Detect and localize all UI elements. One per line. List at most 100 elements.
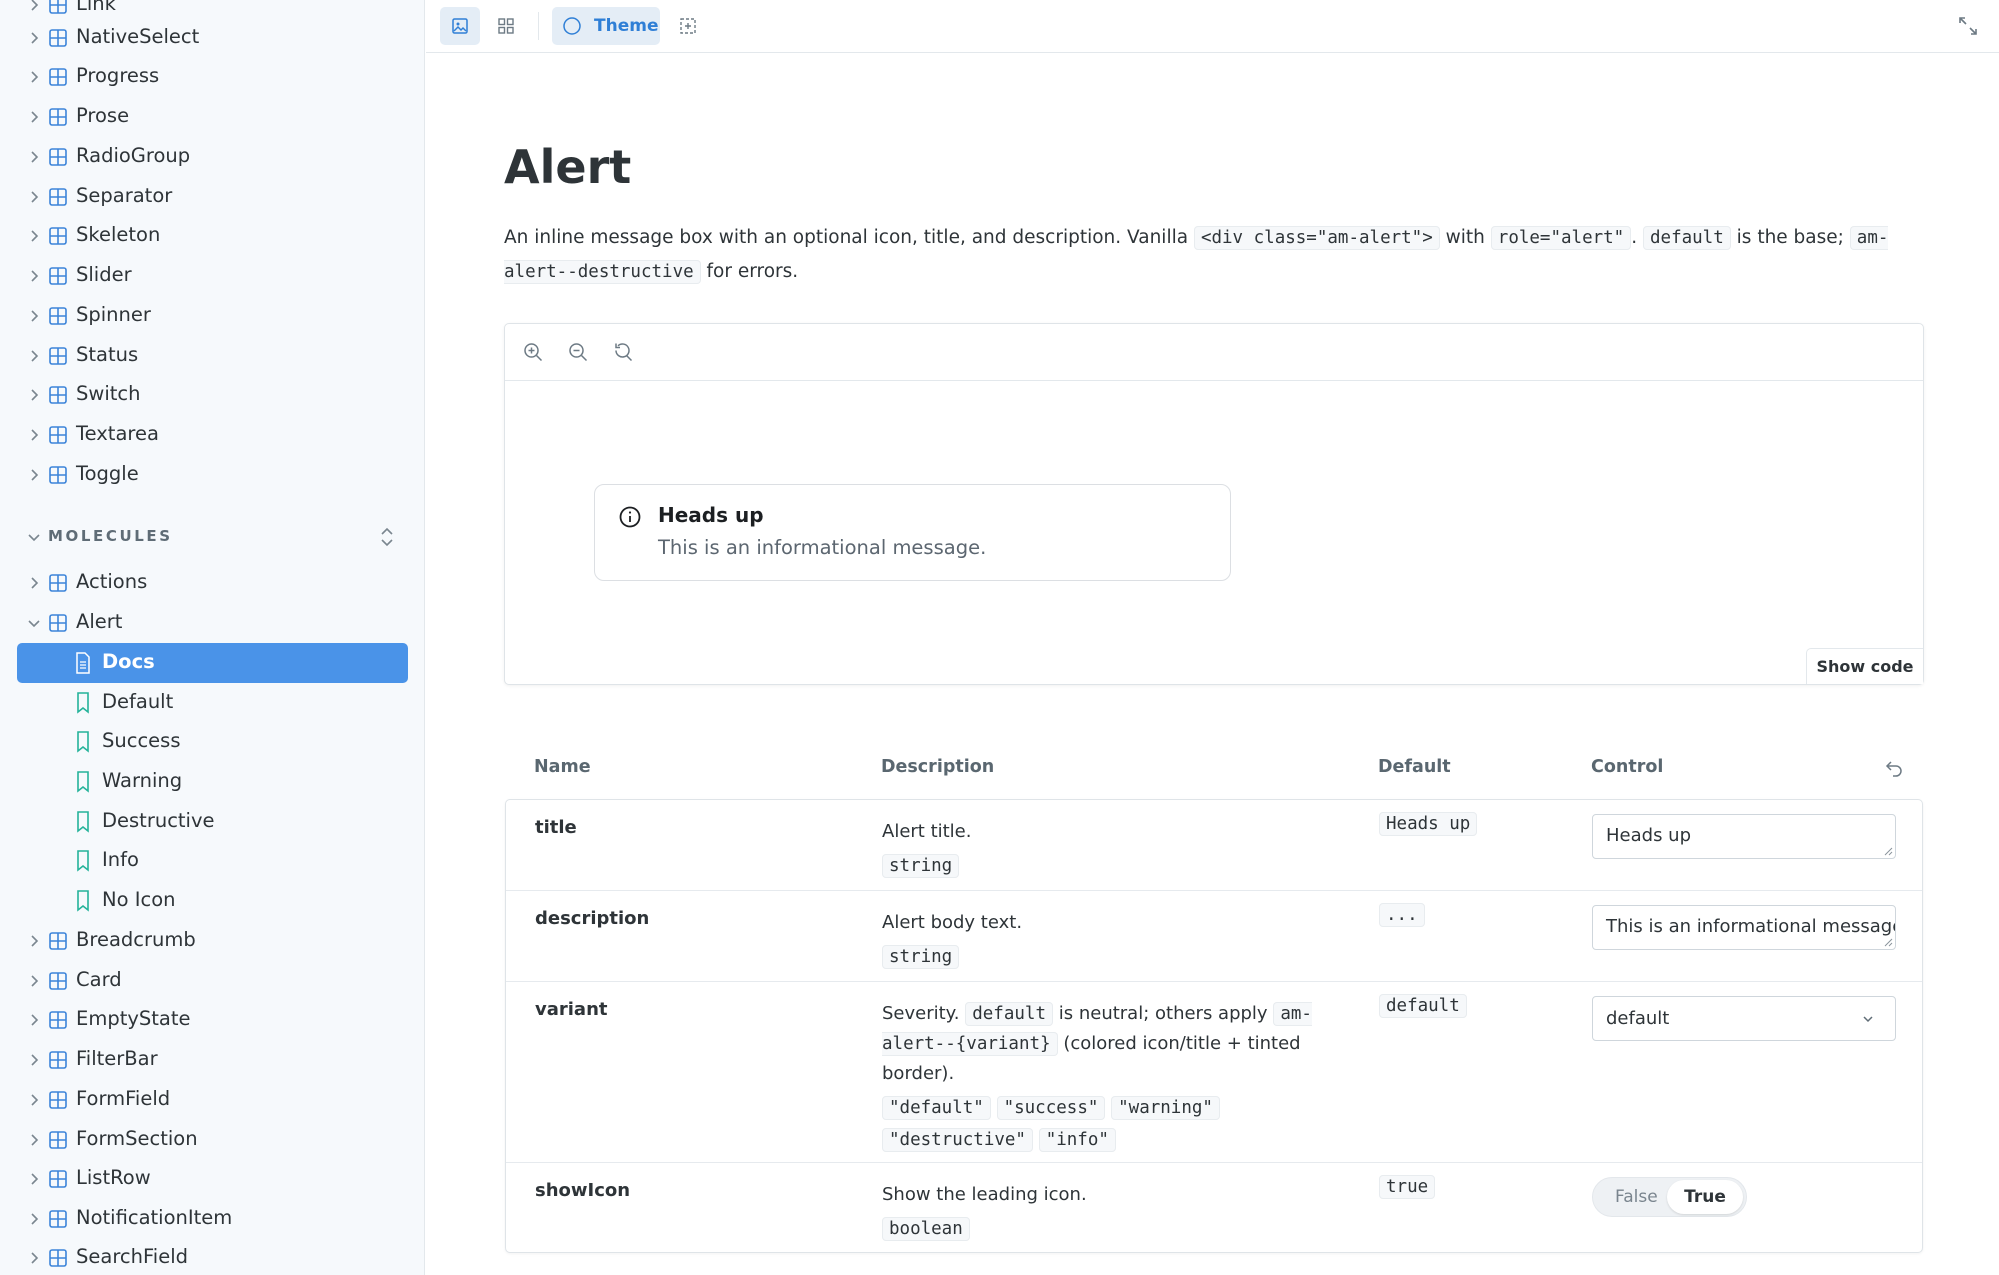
resize-handle-icon[interactable] xyxy=(1883,846,1893,856)
arg-name: title xyxy=(535,817,577,838)
component-icon xyxy=(49,0,67,14)
title-control-input[interactable]: Heads up xyxy=(1592,814,1896,859)
component-icon xyxy=(49,972,67,990)
zoom-reset-icon[interactable] xyxy=(612,341,634,363)
sidebar-item-label: FormSection xyxy=(76,1127,198,1150)
arg-description: Alert title. string xyxy=(882,817,1322,882)
alert-title: Heads up xyxy=(658,503,764,527)
expand-collapse-icon[interactable] xyxy=(377,525,397,549)
bookmark-icon xyxy=(77,850,89,872)
description-control-input[interactable]: This is an informational message. xyxy=(1592,905,1896,950)
sidebar-item-progress[interactable]: Progress xyxy=(0,57,424,97)
sidebar-item-label: Progress xyxy=(76,64,160,87)
sidebar-item-separator[interactable]: Separator xyxy=(0,177,424,217)
sidebar-item-breadcrumb[interactable]: Breadcrumb xyxy=(0,921,424,961)
chevron-right-icon xyxy=(31,1213,39,1225)
sidebar-item-label: Actions xyxy=(76,570,148,593)
fullscreen-icon[interactable] xyxy=(1957,15,1979,37)
arg-description: Severity. default is neutral; others app… xyxy=(882,999,1322,1156)
story-preview-canvas: Heads up This is an informational messag… xyxy=(504,323,1924,685)
inline-code: <div class="am-alert"> xyxy=(1193,226,1440,250)
sidebar-item-card[interactable]: Card xyxy=(0,961,424,1001)
bookmark-icon xyxy=(77,692,89,714)
sidebar-item-nativeselect[interactable]: NativeSelect xyxy=(0,18,424,58)
sidebar-story-warning[interactable]: Warning xyxy=(0,762,424,802)
sidebar-item-toggle[interactable]: Toggle xyxy=(0,455,424,495)
chevron-right-icon xyxy=(31,1054,39,1066)
intro-text: with xyxy=(1445,227,1485,248)
zoom-out-icon[interactable] xyxy=(567,341,589,363)
page-title: Alert xyxy=(504,140,632,194)
arg-type: string xyxy=(882,945,960,969)
grid-toggle-button[interactable] xyxy=(486,7,526,45)
default-value[interactable]: ... xyxy=(1379,903,1425,927)
sidebar-section-molecules[interactable]: MOLECULES xyxy=(0,517,424,557)
arg-name: description xyxy=(535,908,650,929)
arg-description: Alert body text. string xyxy=(882,908,1322,973)
component-icon xyxy=(49,386,67,404)
sidebar-item-listrow[interactable]: ListRow xyxy=(0,1159,424,1199)
sidebar-story-destructive[interactable]: Destructive xyxy=(0,802,424,842)
component-icon xyxy=(49,188,67,206)
column-header-description: Description xyxy=(881,757,995,777)
sidebar-story-info[interactable]: Info xyxy=(0,841,424,881)
component-icon xyxy=(49,1170,67,1188)
arg-default: true xyxy=(1379,1175,1436,1199)
sidebar-story-default[interactable]: Default xyxy=(0,683,424,723)
sidebar-item-emptystate[interactable]: EmptyState xyxy=(0,1000,424,1040)
sidebar-item-switch[interactable]: Switch xyxy=(0,375,424,415)
sidebar-item-notificationitem[interactable]: NotificationItem xyxy=(0,1199,424,1239)
sidebar: Link NativeSelect Progress Prose RadioGr… xyxy=(0,0,425,1275)
sidebar-item-spinner[interactable]: Spinner xyxy=(0,296,424,336)
sidebar-item-formfield[interactable]: FormField xyxy=(0,1080,424,1120)
sidebar-item-textarea[interactable]: Textarea xyxy=(0,415,424,455)
component-icon xyxy=(49,614,67,632)
sidebar-item-label: Alert xyxy=(76,610,123,633)
sidebar-item-alert[interactable]: Alert xyxy=(0,603,424,643)
chevron-right-icon xyxy=(31,935,39,947)
sidebar-story-no-icon[interactable]: No Icon xyxy=(0,881,424,921)
variant-option: "warning" xyxy=(1111,1096,1220,1120)
variant-option: "info" xyxy=(1038,1128,1116,1152)
sidebar-item-label: Status xyxy=(76,343,139,366)
theme-button[interactable]: Theme xyxy=(552,7,660,45)
undo-icon[interactable] xyxy=(1884,758,1904,778)
sidebar-item-status[interactable]: Status xyxy=(0,336,424,376)
chevron-right-icon xyxy=(31,350,39,362)
sidebar-item-radiogroup[interactable]: RadioGroup xyxy=(0,137,424,177)
arg-description-text: Severity. default is neutral; others app… xyxy=(882,999,1322,1088)
resize-handle-icon[interactable] xyxy=(1883,937,1893,947)
arg-default: default xyxy=(1379,994,1467,1018)
sidebar-item-slider[interactable]: Slider xyxy=(0,256,424,296)
sidebar-story-success[interactable]: Success xyxy=(0,722,424,762)
sidebar-item-actions[interactable]: Actions xyxy=(0,563,424,603)
sidebar-item-searchfield[interactable]: SearchField xyxy=(0,1238,424,1275)
background-toggle-button[interactable] xyxy=(440,7,480,45)
component-icon xyxy=(49,267,67,285)
sidebar-story-docs[interactable]: Docs xyxy=(17,643,408,683)
component-icon xyxy=(49,466,67,484)
section-label: MOLECULES xyxy=(48,527,173,545)
sidebar-item-skeleton[interactable]: Skeleton xyxy=(0,216,424,256)
measure-button[interactable] xyxy=(668,7,708,45)
chevron-right-icon xyxy=(31,469,39,481)
variant-select[interactable]: default xyxy=(1592,996,1896,1041)
toggle-option-false[interactable]: False xyxy=(1615,1187,1658,1207)
component-icon xyxy=(49,1210,67,1228)
showicon-toggle[interactable]: False True xyxy=(1592,1177,1747,1217)
zoom-in-icon[interactable] xyxy=(522,341,544,363)
intro-text: An inline message box with an optional i… xyxy=(504,227,1189,248)
sidebar-item-prose[interactable]: Prose xyxy=(0,97,424,137)
toggle-option-true[interactable]: True xyxy=(1667,1180,1743,1214)
intro-paragraph: An inline message box with an optional i… xyxy=(504,221,1934,289)
intro-text: is the base; xyxy=(1736,227,1844,248)
sidebar-item-formsection[interactable]: FormSection xyxy=(0,1120,424,1160)
sidebar-item-filterbar[interactable]: FilterBar xyxy=(0,1040,424,1080)
sidebar-item-label: SearchField xyxy=(76,1245,189,1268)
inline-code: default xyxy=(1643,226,1731,250)
chevron-right-icon xyxy=(31,1173,39,1185)
show-code-button[interactable]: Show code xyxy=(1806,648,1923,684)
component-icon xyxy=(49,347,67,365)
sidebar-item-label: Separator xyxy=(76,184,173,207)
sidebar-item-label: Info xyxy=(102,848,139,871)
